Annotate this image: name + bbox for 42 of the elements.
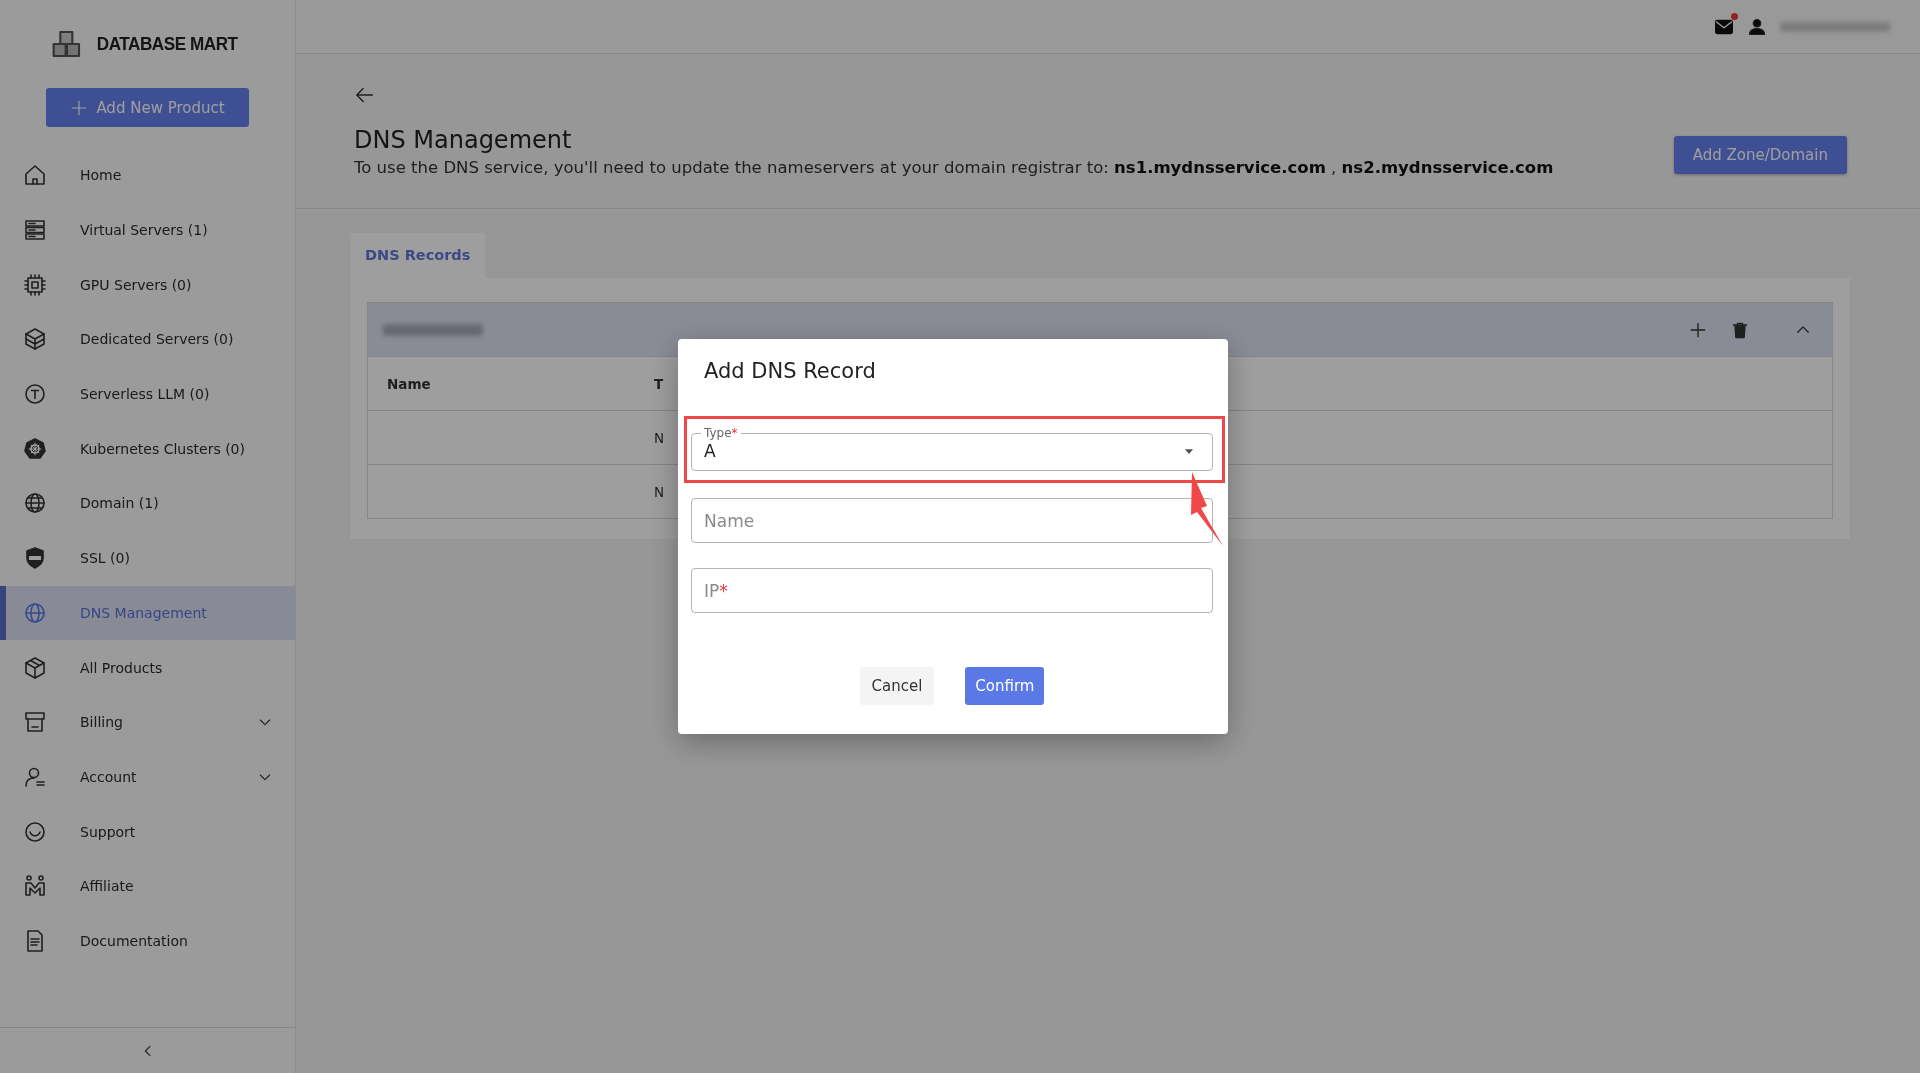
sidebar-item[interactable]: Kubernetes Clusters (0) (0, 421, 295, 477)
chip-icon (23, 272, 47, 297)
sidebar-item[interactable]: Support (0, 804, 295, 859)
globe-icon (23, 491, 47, 516)
cube-stack-icon (23, 327, 47, 352)
people-icon (23, 874, 47, 899)
sidebar-item[interactable]: Serverless LLM (0) (0, 366, 295, 422)
printer-icon (23, 710, 47, 735)
shield-icon (23, 546, 47, 571)
sidebar-item[interactable]: SSL (0) (0, 530, 295, 586)
type-select[interactable]: Type* A (691, 426, 1213, 471)
helm-wheel-icon (23, 436, 47, 461)
logo-text: DATABASE MART (97, 33, 238, 55)
sidebar-item[interactable]: Documentation (0, 913, 295, 969)
sidebar-item[interactable]: Domain (1) (0, 476, 295, 531)
sidebar-item[interactable]: Account (0, 749, 295, 805)
table-cell: N (654, 483, 665, 500)
globe-icon (23, 600, 47, 625)
sidebar-item[interactable]: Affiliate (0, 858, 295, 914)
server-rack-icon (23, 218, 47, 243)
confirm-button[interactable]: Confirm (965, 667, 1045, 705)
table-cell: N (654, 429, 665, 446)
smile-icon (23, 819, 47, 844)
column-header: Name (386, 375, 432, 392)
sidebar-item[interactable]: GPU Servers (0) (0, 257, 295, 313)
page-title: DNS Management (354, 126, 573, 154)
sidebar-item[interactable]: Virtual Servers (1) (0, 202, 295, 258)
page-description: To use the DNS service, you'll need to update the nameservers at your domain registrar to: ns1.mydnsservice.com , ns2.mydnsservice.com (354, 158, 1555, 177)
sidebar-item[interactable]: Billing (0, 694, 295, 750)
user-icon[interactable] (1748, 17, 1766, 36)
sidebar-item[interactable]: All Products (0, 640, 295, 695)
box-icon (23, 655, 47, 680)
input-field[interactable]: IP* (691, 568, 1213, 613)
sidebar-item[interactable]: Home (0, 148, 295, 203)
dialog-title: Add DNS Record (703, 358, 877, 385)
plus-icon (70, 98, 89, 117)
home-icon (23, 163, 47, 188)
column-header: T (654, 375, 664, 392)
input-field[interactable]: Name (691, 498, 1213, 543)
sidebar-item[interactable]: Dedicated Servers (0) (0, 312, 295, 367)
cancel-button[interactable]: Cancel (859, 667, 935, 705)
badge-t-icon (23, 382, 47, 407)
